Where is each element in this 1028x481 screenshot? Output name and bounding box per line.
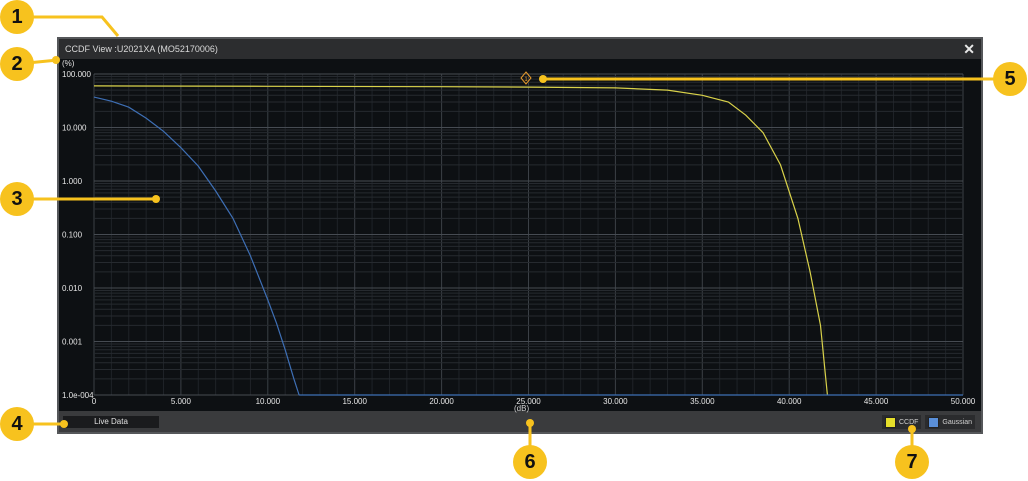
chart-grid — [93, 73, 964, 396]
y-tick-label: 0.001 — [62, 338, 83, 347]
callout-5: 5 — [993, 62, 1027, 96]
x-tick-label: 40.000 — [777, 397, 802, 406]
y-tick-label: 1.0e-004 — [62, 391, 94, 400]
ccdf-chart[interactable]: 100.000 10.000 1.000 0.100 0.010 0.001 1.0e-00… — [59, 59, 981, 411]
callout-dot-3 — [152, 195, 160, 203]
status-bar: Live Data CCDF Gaussian — [59, 413, 981, 432]
ccdf-view-window: CCDF View :U2021XA (MO52170006) ✕ (%) 10… — [57, 37, 983, 434]
legend-item-gaussian[interactable]: Gaussian — [925, 415, 975, 429]
x-tick-label: 35.000 — [690, 397, 715, 406]
callout-dot-4 — [60, 420, 68, 428]
x-tick-label: 10.000 — [256, 397, 281, 406]
x-tick-label: 20.000 — [429, 397, 454, 406]
callout-4: 4 — [0, 407, 34, 441]
x-tick-label: 45.000 — [864, 397, 889, 406]
callout-7: 7 — [895, 445, 929, 479]
x-tick-label: 0 — [92, 397, 97, 406]
ccdf-swatch-icon — [884, 416, 896, 428]
y-tick-label: 0.100 — [62, 231, 83, 240]
y-tick-label: 1.000 — [62, 177, 83, 186]
legend: CCDF Gaussian — [881, 415, 975, 429]
x-tick-labels: 0 5.000 10.000 15.000 20.000 25.000 30.000 35.0… — [92, 397, 976, 406]
callout-3: 3 — [0, 182, 34, 216]
x-tick-label: 30.000 — [603, 397, 628, 406]
x-tick-label: 15.000 — [342, 397, 367, 406]
callout-dot-7 — [908, 425, 916, 433]
legend-label-gaussian: Gaussian — [942, 418, 972, 426]
x-tick-label: 5.000 — [171, 397, 192, 406]
callout-2: 2 — [0, 47, 34, 81]
y-tick-label: 100.000 — [62, 70, 91, 79]
y-tick-labels: 100.000 10.000 1.000 0.100 0.010 0.001 1.0e-00… — [62, 70, 94, 400]
live-data-indicator: Live Data — [63, 416, 159, 428]
callout-dot-6 — [526, 419, 534, 427]
gaussian-swatch-icon — [928, 416, 940, 428]
x-axis-label: (dB) — [514, 404, 530, 413]
close-icon[interactable]: ✕ — [963, 40, 975, 58]
callout-dot-5 — [539, 75, 547, 83]
y-tick-label: 0.010 — [62, 284, 83, 293]
callout-1: 1 — [0, 0, 34, 34]
legend-label-ccdf: CCDF — [898, 418, 919, 426]
callout-dot-2 — [52, 56, 60, 64]
x-tick-label: 50.000 — [951, 397, 976, 406]
y-tick-label: 10.000 — [62, 124, 87, 133]
callout-6: 6 — [513, 445, 547, 479]
ccdf-plot-area[interactable]: (%) 100.000 10.000 1.000 0.100 0.010 0.001 1.0… — [59, 59, 981, 413]
window-title: CCDF View :U2021XA (MO52170006) — [65, 44, 218, 54]
window-titlebar[interactable]: CCDF View :U2021XA (MO52170006) ✕ — [59, 39, 981, 59]
